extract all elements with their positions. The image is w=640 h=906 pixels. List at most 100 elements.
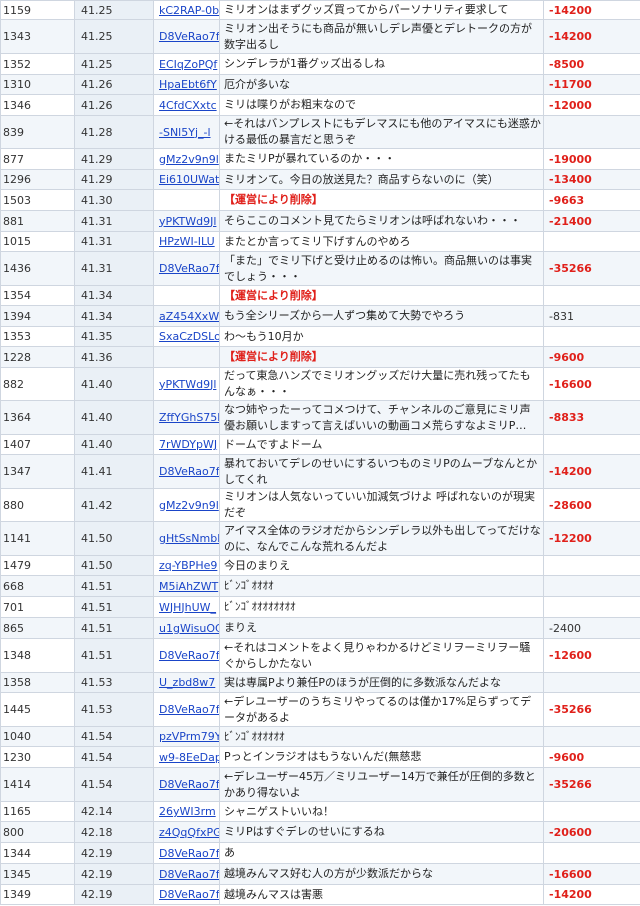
- user-id-link[interactable]: pzVPrm79Y: [159, 730, 219, 743]
- score-value: -14200: [543, 0, 640, 20]
- comment-time: 41.25: [74, 0, 154, 20]
- score-value: [543, 555, 640, 576]
- user-id-link[interactable]: HPzWI-ILU: [159, 235, 215, 248]
- user-id-link[interactable]: D8VeRao7f: [159, 262, 219, 275]
- user-id-link[interactable]: Ei610UWat: [159, 173, 219, 186]
- user-id-link[interactable]: zq-YBPHe9: [159, 559, 217, 572]
- user-id-link[interactable]: gMz2v9n9l: [159, 153, 219, 166]
- user-id-link[interactable]: D8VeRao7f: [159, 703, 219, 716]
- comment-row: 1352 41.25 ECIqZoPQf シンデレラが1番グッズ出るしね -8500: [0, 53, 640, 75]
- score-value: -28600: [543, 488, 640, 522]
- user-id-link[interactable]: D8VeRao7f: [159, 465, 219, 478]
- comment-text: ←それはバンプレストにもデレマスにも他のアイマスにも迷惑かける最低の暴言だと思う…: [219, 115, 544, 149]
- user-id-link[interactable]: D8VeRao7f: [159, 847, 219, 860]
- score-value: [543, 801, 640, 822]
- comment-time: 41.35: [74, 326, 154, 347]
- comment-number: 1414: [0, 767, 75, 802]
- comment-row: 1141 41.50 gHtSsNmbl アイマス全体のラジオだからシンデレラ以外も出…: [0, 521, 640, 556]
- user-id-link[interactable]: ZffYGhS75l: [159, 411, 219, 424]
- comment-text: 今日のまりえ: [219, 555, 544, 576]
- user-id-link[interactable]: WJHJhUW_: [159, 601, 216, 614]
- user-id-link[interactable]: 4CfdCXxtc: [159, 99, 217, 112]
- comment-number: 1159: [0, 0, 75, 20]
- comment-row: 1436 41.31 D8VeRao7f 「また」でミリ下げと受け止めるのは怖い。商品…: [0, 251, 640, 286]
- comment-row: 1230 41.54 w9-8EeDap Pっとインラジオはもうないんだ(無慈悲 -96…: [0, 746, 640, 768]
- comment-row: 1343 41.25 D8VeRao7f ミリオン出そうにも商品が無いしデレ声優とデレ…: [0, 19, 640, 54]
- user-id-link[interactable]: D8VeRao7f: [159, 649, 219, 662]
- comment-text: ドームですよドーム: [219, 434, 544, 455]
- user-id-link[interactable]: U_zbd8w7: [159, 676, 215, 689]
- comment-time: 42.14: [74, 801, 154, 822]
- comment-number: 1165: [0, 801, 75, 822]
- comment-text: わ～もう10月か: [219, 326, 544, 347]
- deleted-notice: 【運営により削除】: [219, 346, 544, 368]
- user-id-cell: gMz2v9n9l: [153, 148, 220, 170]
- comment-row: 1228 41.36 【運営により削除】 -9600: [0, 346, 640, 368]
- comment-time: 41.40: [74, 434, 154, 455]
- user-id-link[interactable]: D8VeRao7f: [159, 888, 219, 901]
- comment-row: 1414 41.54 D8VeRao7f ←デレユーザー45万／ミリユーザー14万で兼…: [0, 767, 640, 802]
- comment-row: 1346 41.26 4CfdCXxtc ミリは喋りがお粗末なので -12000: [0, 94, 640, 116]
- comment-row: 877 41.29 gMz2v9n9l またミリPが暴れているのか・・・ -19000: [0, 148, 640, 170]
- comment-number: 1348: [0, 638, 75, 673]
- comment-row: 701 41.51 WJHJhUW_ ﾋﾞﾝｺﾞｵｵｵｵｵｵｵｵ: [0, 596, 640, 618]
- comment-text: だって東急ハンズでミリオングッズだけ大量に売れ残ってたもんなぁ・・・: [219, 367, 544, 401]
- comment-text: ミリオン出そうにも商品が無いしデレ声優とデレトークの方が数字出るし: [219, 19, 544, 54]
- user-id-cell: ZffYGhS75l: [153, 400, 220, 435]
- comment-text: またミリPが暴れているのか・・・: [219, 148, 544, 170]
- deleted-notice: 【運営により削除】: [219, 285, 544, 306]
- comment-time: 41.50: [74, 555, 154, 576]
- comment-rows: 1159 41.25 kC2RAP-0b ミリオンはまずグッズ買ってからパーソナリティ…: [0, 0, 640, 905]
- comment-text: ミリオンは人気ないっていい加減気づけよ 呼ばれないのが現実だぞ: [219, 488, 544, 522]
- user-id-link[interactable]: yPKTWd9Jl: [159, 378, 216, 391]
- comment-time: 41.51: [74, 575, 154, 597]
- comment-time: 41.34: [74, 285, 154, 306]
- comment-number: 1436: [0, 251, 75, 286]
- user-id-link[interactable]: 7rWDYpWJ: [159, 438, 217, 451]
- comment-time: 41.25: [74, 19, 154, 54]
- user-id-link[interactable]: 26yWI3rm: [159, 805, 216, 818]
- comment-text: ミリオンて。今日の放送見た？商品すらないのに（笑）: [219, 169, 544, 190]
- comment-number: 881: [0, 210, 75, 232]
- user-id-link[interactable]: D8VeRao7f: [159, 778, 219, 791]
- comment-time: 42.19: [74, 842, 154, 864]
- user-id-cell: ECIqZoPQf: [153, 53, 220, 75]
- user-id-link[interactable]: D8VeRao7f: [159, 30, 219, 43]
- user-id-link[interactable]: z4QqQfxPG: [159, 826, 219, 839]
- score-value: -35266: [543, 767, 640, 802]
- comment-text: 越境みんマス好む人の方が少数派だからな: [219, 863, 544, 885]
- user-id-link[interactable]: kC2RAP-0b: [159, 4, 219, 17]
- user-id-cell: [153, 189, 220, 211]
- user-id-link[interactable]: -SNl5Yj_-l: [159, 126, 211, 139]
- user-id-link[interactable]: w9-8EeDap: [159, 751, 219, 764]
- user-id-link[interactable]: yPKTWd9Jl: [159, 215, 216, 228]
- comment-time: 41.54: [74, 767, 154, 802]
- user-id-link[interactable]: gMz2v9n9l: [159, 499, 219, 512]
- comment-text: ←デレユーザー45万／ミリユーザー14万で兼任が圧倒的多数とかあり得ないよ: [219, 767, 544, 802]
- user-id-link[interactable]: M5iAhZWT: [159, 580, 218, 593]
- user-id-link[interactable]: D8VeRao7f: [159, 868, 219, 881]
- comment-number: 1352: [0, 53, 75, 75]
- comment-time: 41.40: [74, 367, 154, 401]
- comment-text: アイマス全体のラジオだからシンデレラ以外も出してってだけなのに、なんでこんな荒れ…: [219, 521, 544, 556]
- comment-text: ミリPはすぐデレのせいにするね: [219, 821, 544, 843]
- user-id-cell: M5iAhZWT: [153, 575, 220, 597]
- comment-row: 881 41.31 yPKTWd9Jl そらここのコメント見てたらミリオンは呼ばれない…: [0, 210, 640, 232]
- user-id-link[interactable]: HpaEbt6fY: [159, 78, 217, 91]
- user-id-link[interactable]: SxaCzDSLo: [159, 330, 219, 343]
- user-id-cell: D8VeRao7f: [153, 251, 220, 286]
- user-id-link[interactable]: gHtSsNmbl: [159, 532, 219, 545]
- comment-table: 1159 41.25 kC2RAP-0b ミリオンはまずグッズ買ってからパーソナリティ…: [0, 0, 640, 905]
- user-id-link[interactable]: u1gWisuOC: [159, 622, 219, 635]
- comment-number: 1230: [0, 746, 75, 768]
- user-id-link[interactable]: aZ454XxW: [159, 310, 219, 323]
- user-id-cell: D8VeRao7f: [153, 454, 220, 489]
- user-id-link[interactable]: ECIqZoPQf: [159, 58, 217, 71]
- comment-number: 1347: [0, 454, 75, 489]
- comment-row: 1347 41.41 D8VeRao7f 暴れておいてデレのせいにするいつものミリPの…: [0, 454, 640, 489]
- user-id-cell: D8VeRao7f: [153, 863, 220, 885]
- score-value: [543, 842, 640, 864]
- deleted-notice: 【運営により削除】: [219, 189, 544, 211]
- score-value: -35266: [543, 692, 640, 727]
- score-value: [543, 726, 640, 747]
